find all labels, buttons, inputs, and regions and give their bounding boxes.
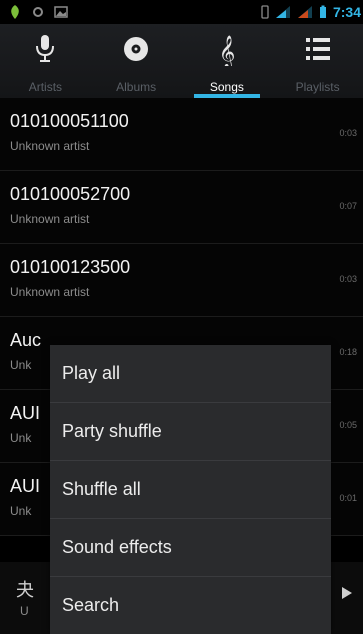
list-icon (305, 38, 330, 60)
tab-albums[interactable]: Albums (91, 24, 182, 98)
signal-sim2-icon (297, 6, 312, 18)
tab-albums-label: Albums (116, 80, 157, 94)
tab-playlists-label: Playlists (295, 80, 340, 94)
status-indicators: 7:34 (261, 4, 361, 20)
now-playing-glyph: 夬 (16, 580, 34, 600)
song-title: AUI (10, 403, 41, 423)
status-notifications (8, 4, 68, 20)
song-duration: 0:05 (339, 420, 357, 430)
tab-songs[interactable]: 𝄞 Songs (182, 24, 273, 98)
svg-text:𝄞: 𝄞 (219, 35, 236, 66)
tab-artists[interactable]: Artists (0, 24, 91, 98)
tab-songs-label: Songs (209, 80, 244, 94)
signal-sim1-icon (275, 6, 290, 18)
song-artist: Unk (10, 431, 32, 445)
treble-clef-icon: 𝄞 (219, 35, 236, 66)
song-row[interactable]: 010100051100 Unknown artist 0:03 (0, 98, 363, 171)
image-notification-icon (54, 6, 68, 18)
song-duration: 0:07 (339, 201, 357, 211)
tab-playlists[interactable]: Playlists (272, 24, 363, 98)
status-time: 7:34 (332, 4, 361, 20)
menu-item-shuffle-all[interactable]: Shuffle all (50, 461, 331, 519)
tab-bar: Artists Albums 𝄞 Songs Playlists (0, 24, 363, 98)
song-artist: Unknown artist (10, 139, 90, 153)
status-bar: 7:34 (0, 0, 363, 24)
song-title: AUI (10, 476, 41, 496)
song-title: 010100051100 (10, 111, 129, 131)
menu-item-sound-effects[interactable]: Sound effects (50, 519, 331, 577)
microphone-icon (36, 35, 55, 62)
play-icon[interactable] (341, 586, 353, 600)
song-duration: 0:01 (339, 493, 357, 503)
now-playing-label: U (20, 604, 29, 618)
song-duration: 0:03 (339, 128, 357, 138)
menu-item-search[interactable]: Search (50, 577, 331, 634)
song-duration: 0:18 (339, 347, 357, 357)
app-notification-icon (11, 5, 19, 19)
song-title: Auc (10, 330, 42, 350)
battery-icon (319, 5, 326, 18)
song-artist: Unk (10, 358, 32, 372)
song-artist: Unknown artist (10, 285, 90, 299)
song-title: 010100052700 (10, 184, 131, 204)
settings-notification-icon (33, 7, 43, 17)
song-duration: 0:03 (339, 274, 357, 284)
menu-item-party-shuffle[interactable]: Party shuffle (50, 403, 331, 461)
song-row[interactable]: 010100052700 Unknown artist 0:07 (0, 171, 363, 244)
song-artist: Unk (10, 504, 32, 518)
tab-artists-label: Artists (28, 80, 63, 94)
vibrate-icon (261, 5, 269, 19)
disc-icon (124, 37, 149, 61)
song-row[interactable]: 010100123500 Unknown artist 0:03 (0, 244, 363, 317)
song-artist: Unknown artist (10, 212, 90, 226)
options-menu: Play all Party shuffle Shuffle all Sound… (50, 345, 331, 634)
song-title: 010100123500 (10, 257, 131, 277)
menu-item-play-all[interactable]: Play all (50, 345, 331, 403)
